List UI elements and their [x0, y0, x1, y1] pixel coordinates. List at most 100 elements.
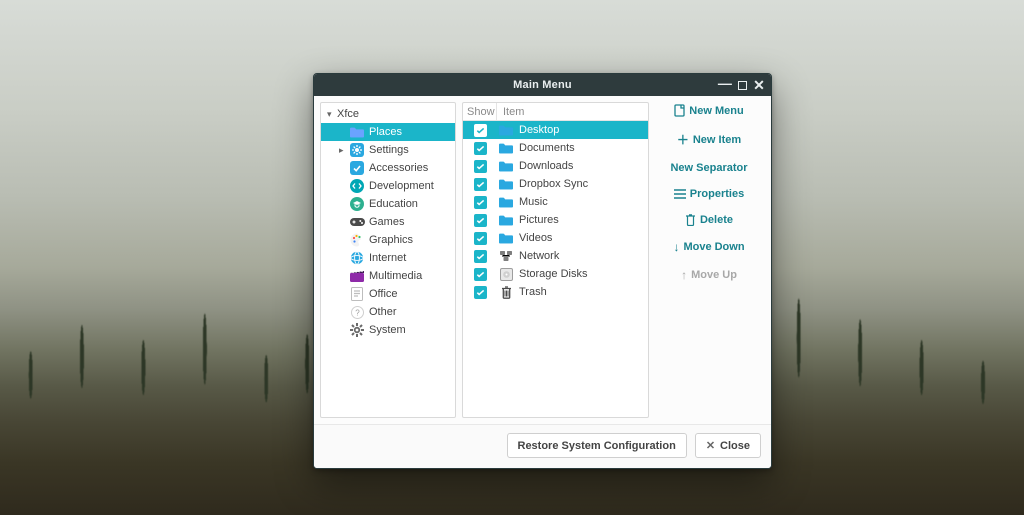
close-x-icon: ✕ — [706, 439, 715, 452]
new-item-button[interactable]: ＋ New Item — [677, 131, 741, 148]
folder-icon — [497, 179, 515, 190]
maximize-icon[interactable] — [738, 81, 747, 90]
tree-item-label: Places — [369, 126, 402, 138]
clapper-icon — [349, 269, 365, 283]
window-title: Main Menu — [513, 79, 572, 91]
tree-item-office[interactable]: Office — [321, 285, 455, 303]
show-checkbox[interactable] — [463, 250, 497, 263]
list-item[interactable]: Trash — [463, 283, 648, 301]
folder-icon — [497, 161, 515, 172]
item-label: Documents — [519, 142, 575, 154]
list-item[interactable]: Network — [463, 247, 648, 265]
gear-icon — [349, 323, 365, 337]
folder-icon — [497, 143, 515, 154]
tree-item-education[interactable]: Education — [321, 195, 455, 213]
tree-root-xfce[interactable]: ▾ Xfce — [321, 105, 455, 123]
folder-icon — [497, 233, 515, 244]
caret-down-icon: ▾ — [327, 109, 337, 120]
list-item[interactable]: Storage Disks — [463, 265, 648, 283]
tree-item-accessories[interactable]: Accessories — [321, 159, 455, 177]
caret-right-icon: ▸ — [339, 145, 349, 156]
list-item[interactable]: Music — [463, 193, 648, 211]
item-label: Storage Disks — [519, 268, 587, 280]
item-label: Network — [519, 250, 559, 262]
tree-item-internet[interactable]: Internet — [321, 249, 455, 267]
gear-app-icon — [349, 143, 365, 157]
other-icon: ? — [349, 305, 365, 319]
tree-item-label: Accessories — [369, 162, 428, 174]
tree-item-places[interactable]: Places — [321, 123, 455, 141]
main-menu-window: Main Menu — ✕ ▾ Xfce Places ▸ Settings Acce… — [313, 73, 772, 469]
folder-icon — [497, 125, 515, 136]
tree-item-games[interactable]: Games — [321, 213, 455, 231]
column-show[interactable]: Show — [463, 103, 497, 120]
list-item[interactable]: Downloads — [463, 157, 648, 175]
tree-item-other[interactable]: ?Other — [321, 303, 455, 321]
list-item[interactable]: Pictures — [463, 211, 648, 229]
category-tree[interactable]: ▾ Xfce Places ▸ Settings Accessories Develop… — [320, 102, 456, 418]
list-item[interactable]: Documents — [463, 139, 648, 157]
svg-text:?: ? — [355, 308, 360, 317]
show-checkbox[interactable] — [463, 286, 497, 299]
tree-root-label: Xfce — [337, 108, 359, 120]
new-separator-button[interactable]: New Separator — [670, 162, 747, 174]
minimize-icon[interactable]: — — [718, 76, 732, 90]
move-down-button[interactable]: ↓ Move Down — [673, 240, 744, 254]
folder-icon — [349, 125, 365, 139]
tree-item-label: Settings — [369, 144, 409, 156]
tree-item-label: Multimedia — [369, 270, 422, 282]
show-checkbox[interactable] — [463, 196, 497, 209]
window-body: ▾ Xfce Places ▸ Settings Accessories Develop… — [314, 96, 771, 424]
show-checkbox[interactable] — [463, 178, 497, 191]
footer: Restore System Configuration ✕ Close — [314, 424, 771, 468]
move-up-button: ↑ Move Up — [681, 268, 737, 282]
item-label: Dropbox Sync — [519, 178, 588, 190]
show-checkbox[interactable] — [463, 124, 497, 137]
tree-item-graphics[interactable]: Graphics — [321, 231, 455, 249]
plus-icon: ＋ — [677, 131, 689, 148]
tree-item-system[interactable]: System — [321, 321, 455, 339]
globe-icon — [349, 251, 365, 265]
swiss-icon — [349, 161, 365, 175]
edu-icon — [349, 197, 365, 211]
items-list[interactable]: Desktop Documents Downloads Dropbox Sync Mus… — [463, 121, 648, 417]
close-button[interactable]: ✕ Close — [695, 433, 761, 458]
show-checkbox[interactable] — [463, 160, 497, 173]
tree-item-label: Graphics — [369, 234, 413, 246]
column-item[interactable]: Item — [497, 103, 648, 120]
arrow-down-icon: ↓ — [673, 240, 679, 254]
trash-icon — [685, 214, 696, 226]
tree-item-label: System — [369, 324, 406, 336]
show-checkbox[interactable] — [463, 142, 497, 155]
tree-item-settings[interactable]: ▸ Settings — [321, 141, 455, 159]
close-icon[interactable]: ✕ — [753, 78, 765, 92]
office-icon — [349, 287, 365, 301]
disk-icon — [497, 268, 515, 281]
properties-icon — [674, 189, 686, 199]
gamepad-icon — [349, 215, 365, 229]
titlebar[interactable]: Main Menu — ✕ — [314, 74, 771, 96]
properties-button[interactable]: Properties — [674, 188, 744, 200]
document-icon — [674, 104, 685, 117]
list-item[interactable]: Desktop — [463, 121, 648, 139]
item-label: Trash — [519, 286, 547, 298]
tree-item-label: Internet — [369, 252, 406, 264]
show-checkbox[interactable] — [463, 214, 497, 227]
show-checkbox[interactable] — [463, 268, 497, 281]
tree-item-development[interactable]: Development — [321, 177, 455, 195]
restore-button[interactable]: Restore System Configuration — [507, 433, 687, 458]
actions-panel: New Menu ＋ New Item New Separator Proper… — [655, 102, 763, 418]
new-menu-button[interactable]: New Menu — [674, 104, 743, 117]
tree-item-label: Office — [369, 288, 398, 300]
list-item[interactable]: Videos — [463, 229, 648, 247]
window-controls: — ✕ — [718, 74, 765, 96]
show-checkbox[interactable] — [463, 232, 497, 245]
list-item[interactable]: Dropbox Sync — [463, 175, 648, 193]
item-label: Pictures — [519, 214, 559, 226]
delete-button[interactable]: Delete — [685, 214, 733, 226]
items-header: Show Item — [463, 103, 648, 121]
tree-item-label: Development — [369, 180, 434, 192]
trash-icon — [497, 286, 515, 299]
folder-icon — [497, 197, 515, 208]
tree-item-multimedia[interactable]: Multimedia — [321, 267, 455, 285]
